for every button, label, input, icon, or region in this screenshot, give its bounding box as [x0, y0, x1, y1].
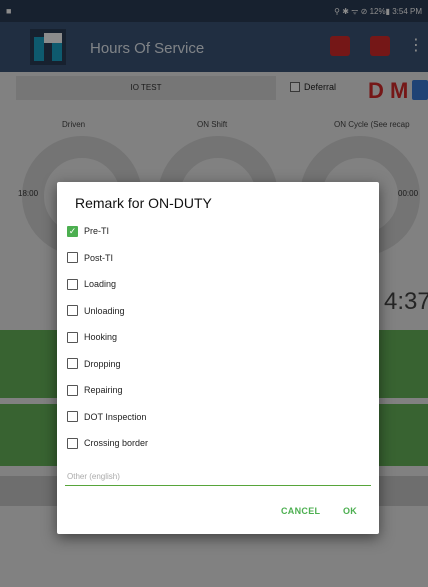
checkbox-icon[interactable]	[67, 411, 78, 423]
checkbox-icon[interactable]	[67, 437, 78, 449]
remark-option-label: Post-TI	[84, 252, 114, 263]
checkbox-icon[interactable]	[67, 331, 78, 343]
remark-option-label: Hooking	[84, 332, 118, 343]
remark-option[interactable]: Post-TI	[67, 245, 148, 272]
remark-option-label: Loading	[84, 279, 117, 290]
remark-option[interactable]: Repairing	[67, 377, 148, 404]
other-remark-input[interactable]	[65, 468, 371, 486]
cancel-button[interactable]: CANCEL	[281, 506, 320, 516]
checkbox-icon[interactable]	[67, 384, 78, 396]
remark-option-label: Repairing	[84, 385, 123, 396]
remark-option[interactable]: DOT Inspection	[67, 404, 148, 431]
dialog-title: Remark for ON-DUTY	[75, 195, 212, 211]
checkbox-icon[interactable]	[67, 278, 78, 290]
remark-option-label: Unloading	[84, 305, 125, 316]
remark-option[interactable]: Unloading	[67, 298, 148, 325]
remark-option[interactable]: Crossing border	[67, 430, 148, 457]
checkbox-checked-icon[interactable]: ✓	[67, 225, 78, 237]
remark-option[interactable]: ✓ Pre-TI	[67, 218, 148, 245]
remark-option-label: Pre-TI	[84, 226, 110, 237]
checkbox-icon[interactable]	[67, 252, 78, 264]
remark-option[interactable]: Dropping	[67, 351, 148, 378]
remark-option-label: DOT Inspection	[84, 411, 147, 422]
checkbox-icon[interactable]	[67, 358, 78, 370]
remark-option[interactable]: Hooking	[67, 324, 148, 351]
remark-option-label: Crossing border	[84, 438, 149, 449]
ok-button[interactable]: OK	[343, 506, 357, 516]
remark-options: ✓ Pre-TI Post-TI Loading Unloading Hooking Dro…	[67, 218, 148, 457]
checkbox-icon[interactable]	[67, 305, 78, 317]
remark-option-label: Dropping	[84, 358, 121, 369]
remark-option[interactable]: Loading	[67, 271, 148, 298]
remark-dialog: Remark for ON-DUTY ✓ Pre-TI Post-TI Loading…	[57, 182, 379, 534]
